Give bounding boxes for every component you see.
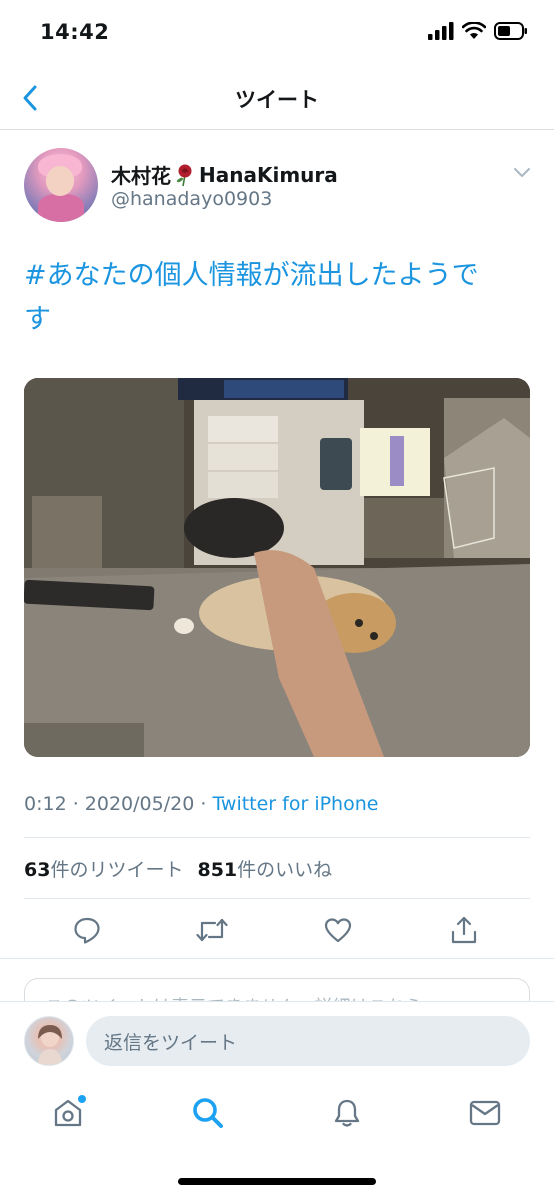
divider: [24, 898, 530, 899]
reply-button[interactable]: [69, 912, 105, 948]
bell-icon: [334, 1099, 360, 1127]
status-time: 14:42: [40, 20, 110, 44]
photo-illustration: [24, 378, 530, 757]
tweet-actions: [0, 900, 554, 960]
like-label: 件のいいね: [237, 859, 333, 881]
like-stat[interactable]: 851件のいいね: [197, 855, 332, 882]
display-name[interactable]: 木村花 HanaKimura: [111, 160, 338, 189]
heart-icon: [324, 918, 352, 943]
retweet-label: 件のリツイート: [50, 859, 184, 881]
reply-input[interactable]: 返信をツイート: [86, 1016, 530, 1066]
status-icons: [428, 22, 528, 40]
status-bar: 14:42: [0, 0, 554, 66]
retweet-button[interactable]: [194, 912, 230, 948]
avatar[interactable]: [24, 148, 98, 222]
avatar-body-shape: [38, 194, 84, 222]
tweet-date: 2020/05/20: [84, 793, 195, 815]
tweet-text-line-2: す: [24, 304, 51, 335]
retweet-count: 63: [24, 859, 51, 881]
mail-icon: [469, 1100, 501, 1126]
search-icon: [193, 1098, 223, 1128]
chevron-down-icon[interactable]: [512, 166, 532, 180]
tweet-time: 0:12: [24, 793, 67, 815]
tweet-text-line-1: #あなたの個人情報が流出したようで: [24, 260, 479, 291]
tab-notifications[interactable]: [327, 1093, 367, 1133]
display-name-main: 木村花: [111, 164, 171, 188]
tab-messages[interactable]: [465, 1093, 505, 1133]
reply-icon: [74, 917, 100, 944]
like-count: 851: [197, 859, 238, 881]
home-indicator: [178, 1178, 376, 1185]
section-divider: [0, 958, 554, 959]
battery-icon: [494, 22, 527, 40]
share-icon: [451, 916, 477, 944]
like-button[interactable]: [320, 912, 356, 948]
avatar-face-shape: [46, 166, 74, 196]
reply-bar: 返信をツイート: [0, 1001, 554, 1078]
retweet-icon: [196, 918, 228, 942]
retweet-stat[interactable]: 63件のリツイート: [24, 855, 183, 882]
tweet-text[interactable]: #あなたの個人情報が流出したようで す: [24, 254, 536, 342]
tab-search[interactable]: [188, 1093, 228, 1133]
share-button[interactable]: [446, 912, 482, 948]
tweet-source-link[interactable]: Twitter for iPhone: [212, 793, 378, 815]
current-user-avatar[interactable]: [24, 1016, 74, 1066]
tweet-metadata: 0:12 · 2020/05/20 · Twitter for iPhone: [24, 793, 378, 815]
meta-separator-2: ·: [194, 793, 213, 815]
wifi-icon: [462, 22, 486, 39]
cellular-signal-icon: [428, 22, 454, 40]
page-title: ツイート: [235, 88, 319, 112]
user-handle[interactable]: @hanadayo0903: [111, 188, 272, 210]
display-name-suffix: HanaKimura: [199, 162, 338, 187]
tweet-photo[interactable]: [24, 378, 530, 757]
rose-icon: [174, 163, 196, 187]
meta-separator-1: ·: [66, 793, 85, 815]
nav-bar: ツイート: [0, 66, 554, 130]
divider: [24, 837, 530, 838]
tweet-stats: 63件のリツイート 851件のいいね: [24, 855, 332, 882]
tab-home[interactable]: [48, 1093, 88, 1133]
notification-dot: [78, 1095, 86, 1103]
